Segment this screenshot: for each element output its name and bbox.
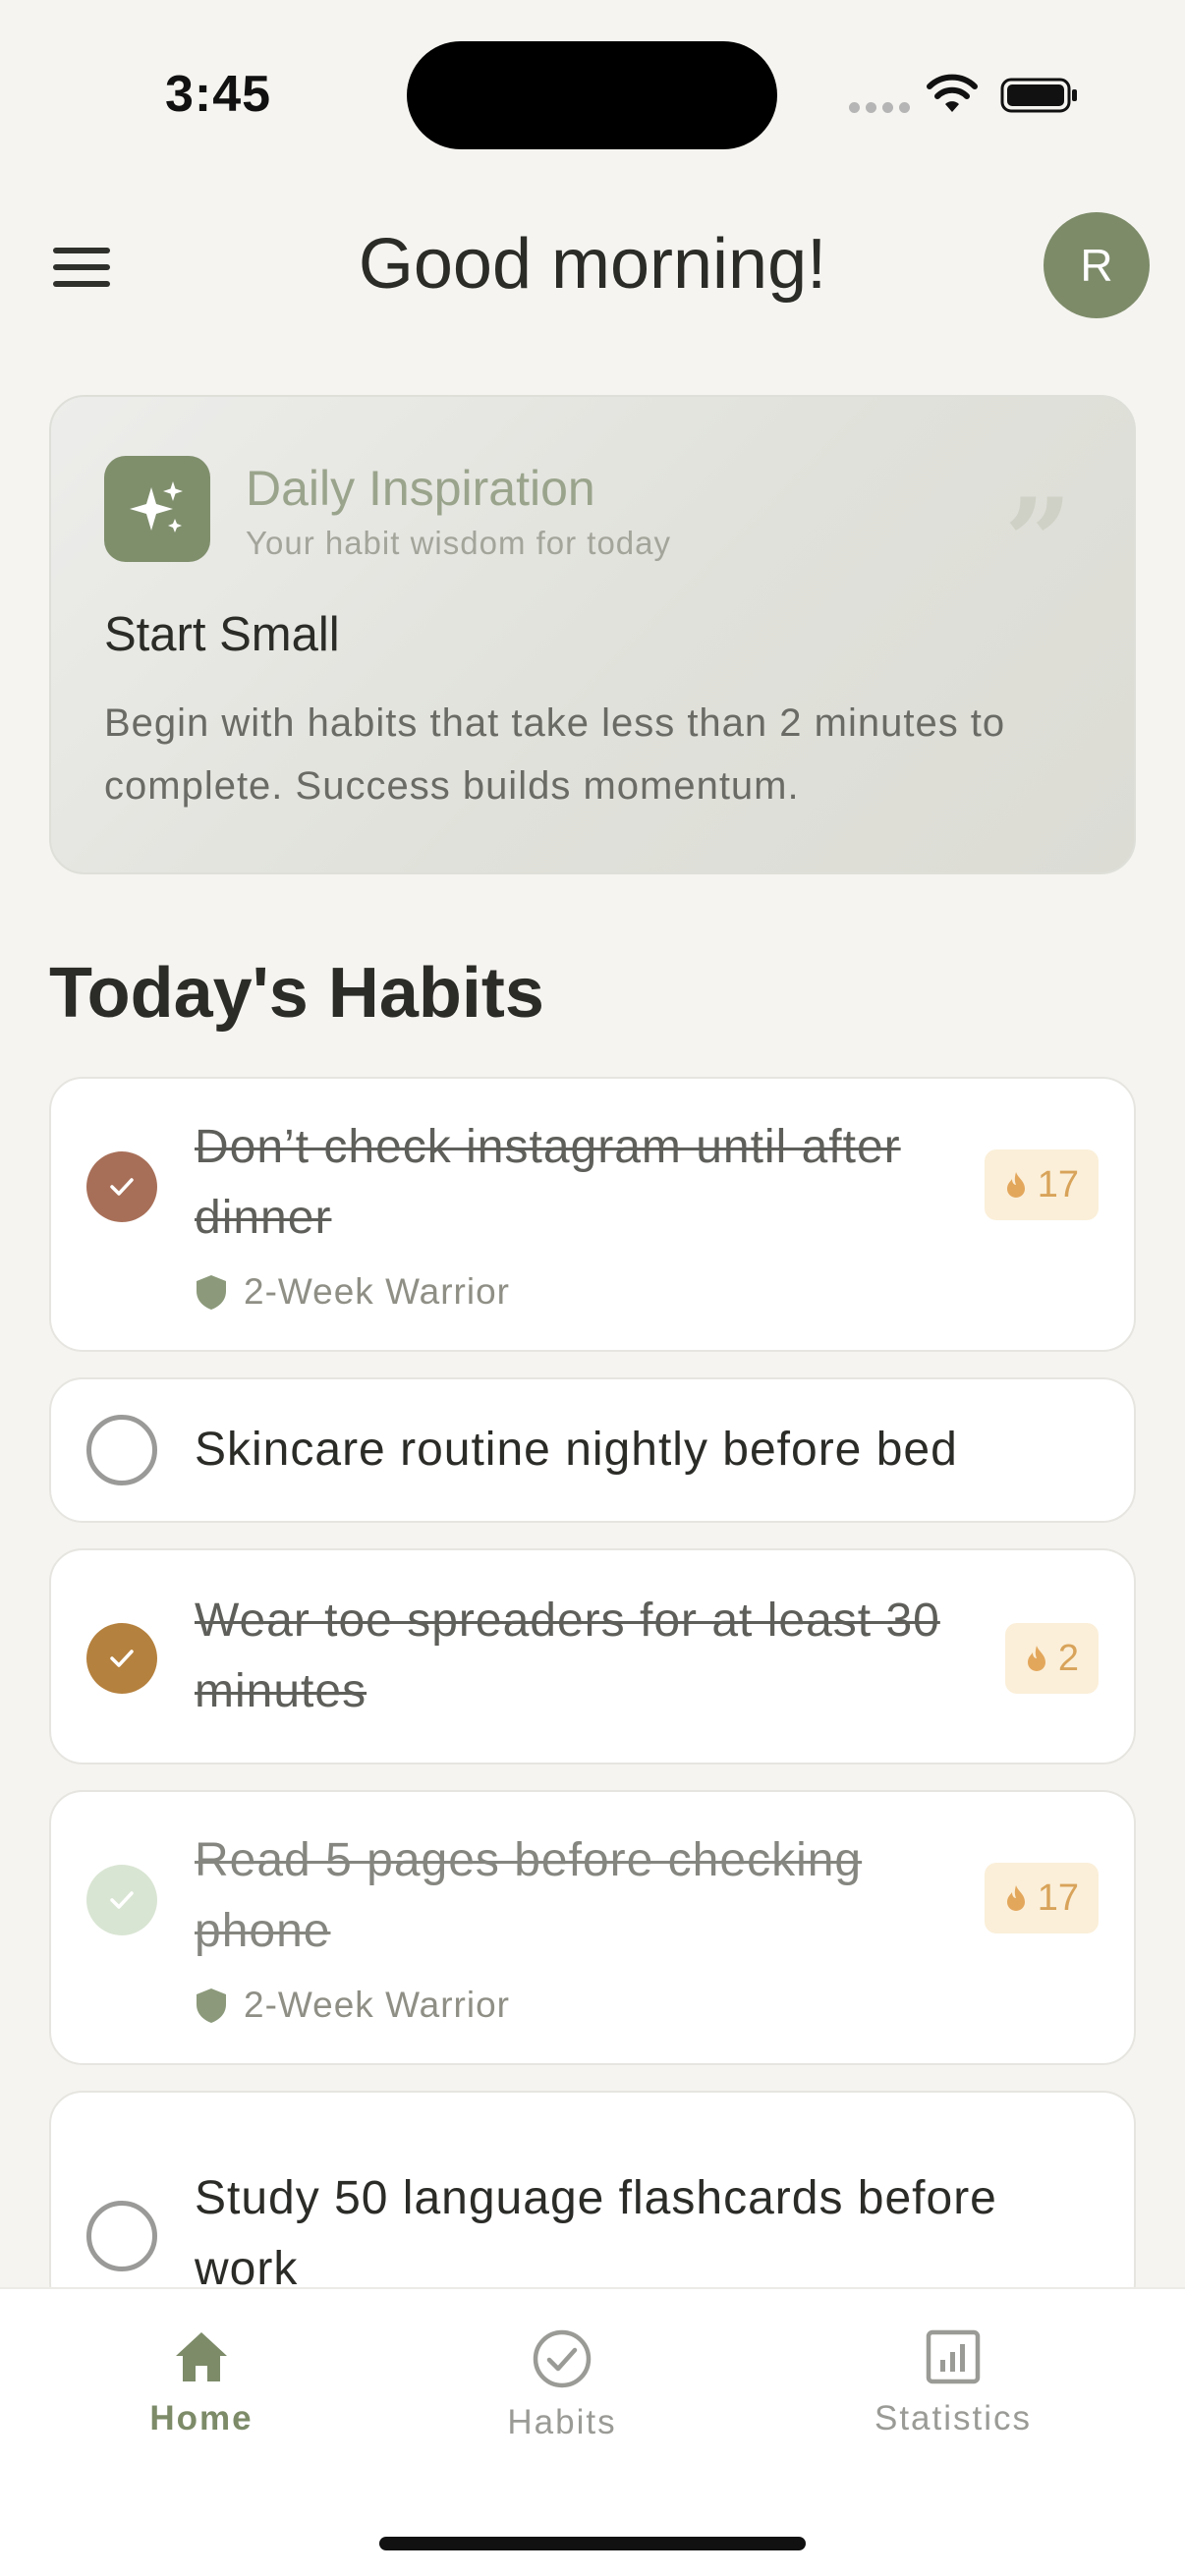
flame-icon: [1027, 1646, 1045, 1671]
streak-count: 2: [1057, 1637, 1079, 1679]
habit-card[interactable]: Study 50 language flashcards before work: [49, 2091, 1136, 2317]
habit-card[interactable]: Wear toe spreaders for at least 30 minut…: [49, 1548, 1136, 1764]
habit-label: Don’t check instagram until after dinner: [195, 1121, 901, 1244]
nav-habits[interactable]: Habits: [434, 2328, 690, 2442]
streak-count: 17: [1037, 1876, 1079, 1919]
nav-statistics[interactable]: Statistics: [825, 2328, 1081, 2438]
streak-badge: 17: [984, 1149, 1099, 1220]
habit-label: Study 50 language flashcards before work: [195, 2172, 997, 2295]
battery-icon: [1000, 78, 1077, 113]
checked-checkbox[interactable]: [86, 1865, 157, 1935]
habit-label: Read 5 pages before checking phone: [195, 1834, 863, 1957]
cellular-signal-icon: [849, 102, 910, 113]
achievement-badge: 2-Week Warrior: [195, 1985, 510, 2026]
habit-label: Wear toe spreaders for at least 30 minut…: [195, 1595, 940, 1717]
avatar[interactable]: R: [1044, 212, 1150, 318]
habit-card[interactable]: Don’t check instagram until after dinner…: [49, 1077, 1136, 1352]
habit-label: Skincare routine nightly before bed: [195, 1424, 958, 1476]
dynamic-island: [407, 41, 777, 149]
nav-habits-label: Habits: [507, 2403, 617, 2441]
achievement-label: 2-Week Warrior: [244, 1985, 510, 2025]
bottom-nav: Home Habits Statistics: [0, 2287, 1185, 2576]
flame-icon: [1006, 1885, 1025, 1911]
checked-checkbox[interactable]: [86, 1151, 157, 1222]
achievement-label: 2-Week Warrior: [244, 1271, 510, 1312]
home-icon: [176, 2332, 227, 2381]
inspiration-subtitle: Your habit wisdom for today: [246, 525, 672, 561]
home-indicator: [379, 2537, 806, 2550]
flame-icon: [1006, 1172, 1025, 1198]
streak-badge: 2: [1004, 1623, 1099, 1694]
check-circle-icon: [533, 2329, 592, 2388]
shield-icon: [197, 1275, 226, 1310]
section-title: Today's Habits: [49, 954, 544, 1033]
wifi-icon: [927, 74, 978, 112]
quote-icon: ”: [1004, 473, 1073, 611]
status-bar: 3:45: [0, 0, 1185, 187]
nav-statistics-label: Statistics: [874, 2399, 1033, 2437]
habit-card[interactable]: Read 5 pages before checking phone 2-Wee…: [49, 1790, 1136, 2065]
unchecked-checkbox[interactable]: [86, 1415, 157, 1485]
nav-home-label: Home: [149, 2399, 254, 2437]
inspiration-body: Begin with habits that take less than 2 …: [104, 701, 1006, 808]
inspiration-title: Daily Inspiration: [246, 461, 595, 516]
achievement-badge: 2-Week Warrior: [195, 1271, 510, 1313]
status-time: 3:45: [165, 66, 272, 123]
inspiration-heading: Start Small: [104, 608, 340, 661]
streak-count: 17: [1037, 1163, 1079, 1205]
unchecked-checkbox[interactable]: [86, 2201, 157, 2271]
sparkles-icon: [104, 456, 210, 562]
checked-checkbox[interactable]: [86, 1623, 157, 1694]
page-title: Good morning!: [358, 225, 827, 304]
daily-inspiration-card: Daily Inspiration Your habit wisdom for …: [49, 395, 1136, 874]
shield-icon: [197, 1988, 226, 2023]
bar-chart-icon: [926, 2329, 981, 2384]
nav-home[interactable]: Home: [74, 2328, 329, 2438]
streak-badge: 17: [984, 1863, 1099, 1933]
habit-card[interactable]: Skincare routine nightly before bed: [49, 1377, 1136, 1523]
